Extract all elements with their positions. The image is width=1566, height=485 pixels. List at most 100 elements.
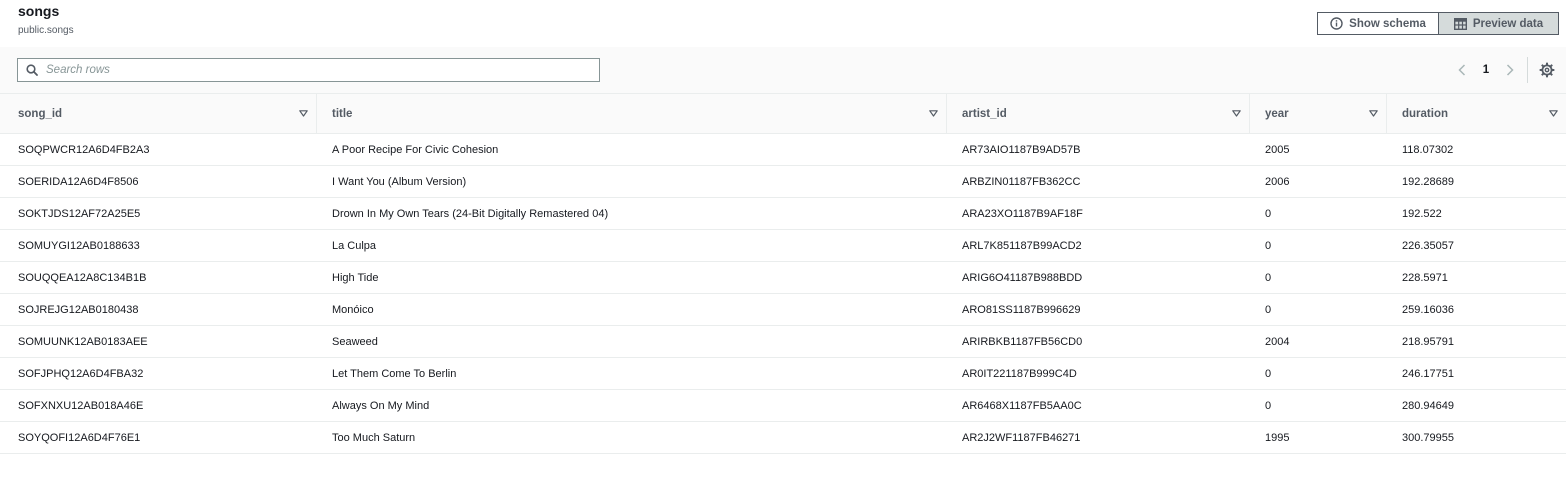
- cell-year: 2006: [1249, 165, 1386, 198]
- cell-song-id: SOFXNXU12AB018A46E: [0, 389, 316, 422]
- cell-duration: 192.522: [1386, 197, 1566, 230]
- cell-song-id: SOERIDA12A6D4F8506: [0, 165, 316, 198]
- cell-year: 0: [1249, 261, 1386, 294]
- next-page-button[interactable]: [1502, 60, 1518, 80]
- cell-duration: 118.07302: [1386, 133, 1566, 166]
- preview-data-label: Preview data: [1472, 17, 1544, 30]
- chevron-left-icon: [1458, 64, 1466, 76]
- previous-page-button[interactable]: [1454, 60, 1470, 80]
- column-label: year: [1265, 107, 1289, 120]
- cell-song-id: SOKTJDS12AF72A25E5: [0, 197, 316, 230]
- sort-caret-icon[interactable]: [1369, 110, 1378, 117]
- cell-year: 0: [1249, 389, 1386, 422]
- cell-year: 0: [1249, 293, 1386, 326]
- toolbar-divider: [1527, 57, 1528, 83]
- cell-artist-id: ARO81SS1187B996629: [946, 293, 1249, 326]
- cell-artist-id: ARIRBKB1187FB56CD0: [946, 325, 1249, 358]
- cell-song-id: SOFJPHQ12A6D4FBA32: [0, 357, 316, 390]
- table-path: public.songs: [18, 25, 74, 36]
- page-title: songs: [18, 3, 60, 19]
- settings-button[interactable]: [1539, 62, 1555, 78]
- cell-artist-id: ARL7K851187B99ACD2: [946, 229, 1249, 262]
- cell-title: Drown In My Own Tears (24-Bit Digitally …: [316, 197, 946, 230]
- view-toggle: Show schema Preview data: [1317, 12, 1559, 35]
- table-row[interactable]: SOYQOFI12A6D4F76E1 Too Much Saturn AR2J2…: [0, 421, 1566, 454]
- cell-year: 2004: [1249, 325, 1386, 358]
- table-row[interactable]: SOMUUNK12AB0183AEE Seaweed ARIRBKB1187FB…: [0, 325, 1566, 358]
- gear-icon: [1539, 62, 1555, 78]
- cell-title: Let Them Come To Berlin: [316, 357, 946, 390]
- cell-title: High Tide: [316, 261, 946, 294]
- column-header-song-id[interactable]: song_id: [0, 94, 316, 134]
- cell-title: I Want You (Album Version): [316, 165, 946, 198]
- search-input[interactable]: [46, 64, 586, 76]
- column-label: duration: [1402, 107, 1448, 120]
- cell-artist-id: ARIG6O41187B988BDD: [946, 261, 1249, 294]
- show-schema-button[interactable]: Show schema: [1317, 12, 1439, 35]
- sort-caret-icon[interactable]: [929, 110, 938, 117]
- sort-caret-icon[interactable]: [1549, 110, 1558, 117]
- table-row[interactable]: SOMUYGI12AB0188633 La Culpa ARL7K851187B…: [0, 229, 1566, 262]
- sort-caret-icon[interactable]: [299, 110, 308, 117]
- cell-artist-id: AR2J2WF1187FB46271: [946, 421, 1249, 454]
- cell-title: La Culpa: [316, 229, 946, 262]
- cell-duration: 259.16036: [1386, 293, 1566, 326]
- cell-artist-id: AR73AIO1187B9AD57B: [946, 133, 1249, 166]
- cell-title: A Poor Recipe For Civic Cohesion: [316, 133, 946, 166]
- data-table: song_id title artist_id year duration SO…: [0, 94, 1566, 454]
- cell-song-id: SOMUYGI12AB0188633: [0, 229, 316, 262]
- cell-song-id: SOYQOFI12A6D4F76E1: [0, 421, 316, 454]
- column-header-duration[interactable]: duration: [1386, 94, 1566, 134]
- table-row[interactable]: SOUQQEA12A8C134B1B High Tide ARIG6O41187…: [0, 261, 1566, 294]
- cell-duration: 218.95791: [1386, 325, 1566, 358]
- search-icon: [26, 64, 38, 76]
- column-header-artist-id[interactable]: artist_id: [946, 94, 1249, 134]
- table-row[interactable]: SOQPWCR12A6D4FB2A3 A Poor Recipe For Civ…: [0, 133, 1566, 166]
- cell-duration: 300.79955: [1386, 421, 1566, 454]
- table-header-row: song_id title artist_id year duration: [0, 94, 1566, 134]
- show-schema-label: Show schema: [1349, 17, 1426, 30]
- column-label: title: [332, 107, 353, 120]
- table-toolbar: 1: [0, 47, 1566, 94]
- sort-caret-icon[interactable]: [1232, 110, 1241, 117]
- cell-duration: 192.28689: [1386, 165, 1566, 198]
- cell-year: 2005: [1249, 133, 1386, 166]
- cell-title: Monóico: [316, 293, 946, 326]
- cell-title: Seaweed: [316, 325, 946, 358]
- cell-song-id: SOQPWCR12A6D4FB2A3: [0, 133, 316, 166]
- table-icon: [1453, 17, 1467, 30]
- cell-song-id: SOMUUNK12AB0183AEE: [0, 325, 316, 358]
- info-icon: [1330, 17, 1343, 30]
- cell-title: Too Much Saturn: [316, 421, 946, 454]
- cell-artist-id: AR0IT221187B999C4D: [946, 357, 1249, 390]
- cell-artist-id: ARA23XO1187B9AF18F: [946, 197, 1249, 230]
- cell-duration: 226.35057: [1386, 229, 1566, 262]
- cell-song-id: SOUQQEA12A8C134B1B: [0, 261, 316, 294]
- cell-song-id: SOJREJG12AB0180438: [0, 293, 316, 326]
- cell-duration: 280.94649: [1386, 389, 1566, 422]
- table-row[interactable]: SOERIDA12A6D4F8506 I Want You (Album Ver…: [0, 165, 1566, 198]
- table-row[interactable]: SOFXNXU12AB018A46E Always On My Mind AR6…: [0, 389, 1566, 422]
- chevron-right-icon: [1506, 64, 1514, 76]
- cell-year: 0: [1249, 197, 1386, 230]
- cell-duration: 228.5971: [1386, 261, 1566, 294]
- cell-title: Always On My Mind: [316, 389, 946, 422]
- cell-artist-id: AR6468X1187FB5AA0C: [946, 389, 1249, 422]
- pagination: 1: [1454, 60, 1518, 80]
- current-page-number[interactable]: 1: [1470, 64, 1502, 76]
- cell-year: 0: [1249, 229, 1386, 262]
- cell-artist-id: ARBZIN01187FB362CC: [946, 165, 1249, 198]
- column-label: song_id: [18, 107, 63, 120]
- cell-year: 1995: [1249, 421, 1386, 454]
- table-row[interactable]: SOKTJDS12AF72A25E5 Drown In My Own Tears…: [0, 197, 1566, 230]
- column-header-title[interactable]: title: [316, 94, 946, 134]
- table-row[interactable]: SOFJPHQ12A6D4FBA32 Let Them Come To Berl…: [0, 357, 1566, 390]
- search-box: [17, 58, 600, 82]
- cell-year: 0: [1249, 357, 1386, 390]
- column-header-year[interactable]: year: [1249, 94, 1386, 134]
- preview-data-button[interactable]: Preview data: [1439, 12, 1559, 35]
- table-row[interactable]: SOJREJG12AB0180438 Monóico ARO81SS1187B9…: [0, 293, 1566, 326]
- column-label: artist_id: [962, 107, 1007, 120]
- header: songs public.songs Show schema Preview d…: [0, 0, 1566, 47]
- cell-duration: 246.17751: [1386, 357, 1566, 390]
